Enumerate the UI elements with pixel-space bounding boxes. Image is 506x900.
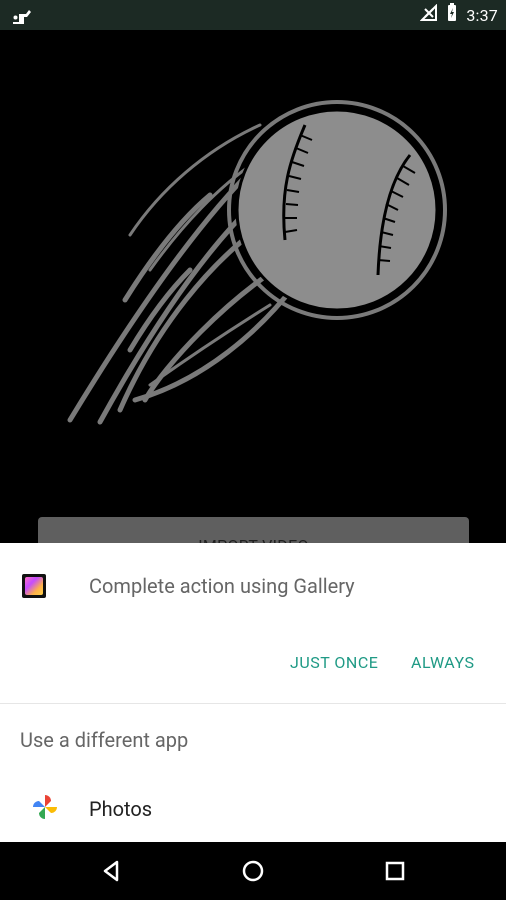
navigation-bar [0,842,506,900]
baseball-logo [60,70,450,450]
just-once-button[interactable]: JUST ONCE [290,653,378,672]
status-icons: 3:37 [419,3,498,27]
app-option-photos[interactable]: Photos [0,779,506,839]
recents-icon[interactable] [382,858,408,884]
divider [0,703,506,704]
app-content: IMPORT VIDEO [0,30,506,573]
photos-icon [31,793,59,821]
always-button[interactable]: ALWAYS [411,653,474,672]
chooser-title: Complete action using Gallery [89,574,355,598]
app-chooser-sheet: Complete action using Gallery JUST ONCE … [0,543,506,842]
photos-label: Photos [89,797,153,821]
back-icon[interactable] [98,858,124,884]
use-different-app-label: Use a different app [20,728,189,752]
chooser-header: Complete action using Gallery [0,543,506,623]
chooser-actions: JUST ONCE ALWAYS [0,623,506,672]
gallery-icon [22,574,46,598]
status-time: 3:37 [466,5,498,25]
no-signal-icon [419,3,438,26]
notification-icon [10,4,34,26]
home-icon[interactable] [240,858,266,884]
status-bar: 3:37 [0,0,506,30]
battery-charging-icon [446,3,458,27]
